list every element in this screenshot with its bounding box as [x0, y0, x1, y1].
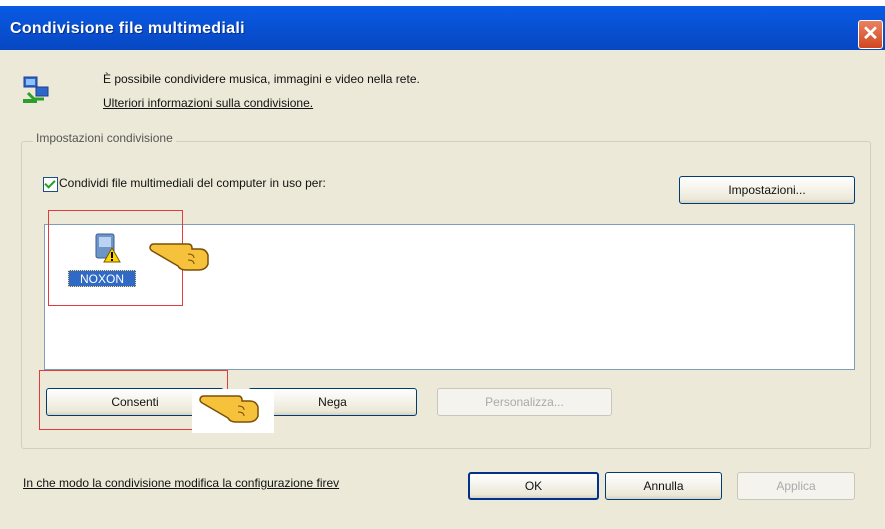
group-label: Impostazioni condivisione — [33, 131, 176, 145]
window-title: Condivisione file multimediali — [10, 20, 245, 37]
ok-button[interactable]: OK — [468, 472, 599, 500]
firewall-info-link[interactable]: In che modo la condivisione modifica la … — [23, 476, 448, 490]
share-media-label: Condividi file multimediali del computer… — [59, 176, 326, 190]
customize-button[interactable]: Personalizza... — [437, 388, 612, 416]
pointing-hand-icon — [199, 395, 259, 423]
intro-text: È possibile condividere musica, immagini… — [103, 72, 420, 86]
title-bar[interactable]: Condivisione file multimediali ✕ — [0, 6, 885, 50]
settings-button[interactable]: Impostazioni... — [679, 176, 855, 204]
cancel-button[interactable]: Annulla — [605, 472, 722, 500]
apply-button[interactable]: Applica — [737, 472, 855, 500]
more-info-link[interactable]: Ulteriori informazioni sulla condivision… — [103, 96, 313, 110]
close-button[interactable]: ✕ — [858, 20, 883, 49]
share-media-checkbox[interactable] — [43, 177, 58, 192]
pointing-hand-icon — [149, 243, 209, 271]
network-share-icon — [23, 76, 49, 103]
